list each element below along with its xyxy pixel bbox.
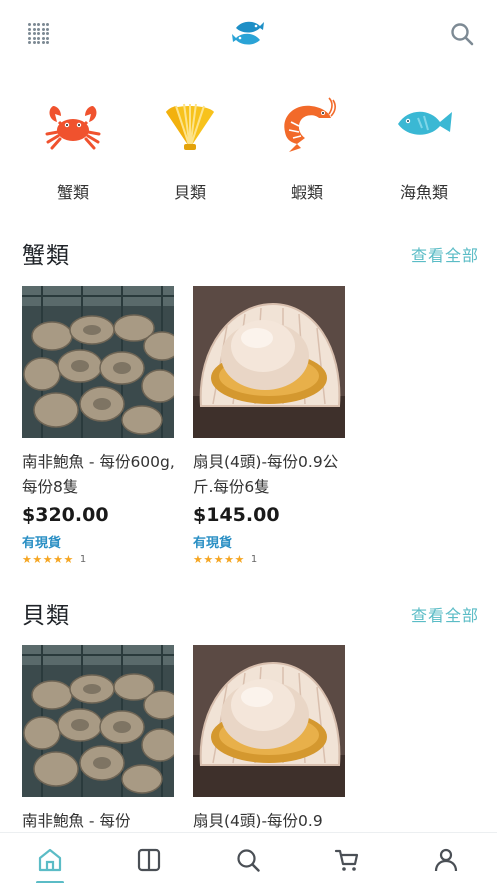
star-rating-icon: ★★★★★	[22, 552, 74, 566]
top-bar	[0, 0, 497, 68]
product-image[interactable]	[193, 286, 345, 438]
see-all-link[interactable]: 查看全部	[411, 242, 479, 266]
account-icon	[434, 848, 458, 872]
scallop-photo	[193, 645, 345, 797]
product-price: $145.00	[193, 504, 280, 526]
category-row: 蟹類 貝類 蝦類 海魚類	[0, 86, 497, 206]
category-shell[interactable]: 貝類	[138, 86, 242, 206]
fish-icon	[398, 111, 452, 135]
section-title: 蟹類	[22, 243, 70, 269]
product-image[interactable]	[22, 645, 174, 797]
scallop-photo	[193, 286, 345, 438]
abalone-photo	[22, 286, 174, 438]
section-title: 貝類	[22, 603, 70, 629]
product-rating: ★★★★★ 1	[193, 552, 257, 566]
product-price: $320.00	[22, 504, 109, 526]
nav-search[interactable]	[198, 833, 297, 883]
shell-icon	[166, 103, 214, 150]
fish-logo-icon[interactable]	[230, 16, 266, 52]
grid-dots-icon[interactable]	[28, 23, 50, 45]
product-section: 貝類 查看全部 南非鮑魚 - 每份 扇貝(4頭)-每份0.9	[0, 596, 497, 832]
product-name[interactable]: 扇貝(4頭)-每份0.9	[193, 809, 353, 832]
abalone-photo	[22, 645, 174, 797]
rating-count: 1	[250, 553, 258, 565]
product-image[interactable]	[193, 645, 345, 797]
nav-home[interactable]	[0, 833, 99, 883]
category-label: 蝦類	[290, 183, 323, 202]
see-all-link[interactable]: 查看全部	[411, 602, 479, 626]
category-label: 蟹類	[56, 183, 89, 202]
product-name[interactable]: 南非鮑魚 - 每份600g,每份8隻	[22, 450, 182, 500]
category-fish[interactable]: 海魚類	[372, 86, 476, 206]
category-shrimp[interactable]: 蝦類	[255, 86, 359, 206]
cart-icon	[334, 849, 359, 871]
product-image[interactable]	[22, 286, 174, 438]
product-name[interactable]: 南非鮑魚 - 每份	[22, 809, 182, 832]
stock-status: 有現貨	[193, 536, 233, 551]
search-icon	[237, 849, 260, 872]
category-crab[interactable]: 蟹類	[21, 86, 125, 206]
shrimp-icon	[284, 97, 336, 152]
nav-account[interactable]	[396, 833, 495, 883]
catalog-icon	[137, 848, 161, 872]
rating-count: 1	[79, 553, 87, 565]
star-rating-icon: ★★★★★	[193, 552, 245, 566]
nav-catalog[interactable]	[99, 833, 198, 883]
search-icon[interactable]	[449, 21, 475, 47]
product-rating: ★★★★★ 1	[22, 552, 86, 566]
home-icon	[38, 848, 62, 872]
bottom-nav	[0, 832, 497, 883]
category-label: 海魚類	[399, 183, 448, 202]
product-name[interactable]: 扇貝(4頭)-每份0.9公斤.每份6隻	[193, 450, 353, 500]
product-section: 蟹類 查看全部 南非鮑魚 - 每份600g,每份8隻 $320.00 有現貨 ★…	[0, 236, 497, 576]
nav-cart[interactable]	[297, 833, 396, 883]
stock-status: 有現貨	[22, 536, 62, 551]
crab-icon	[45, 106, 101, 150]
category-label: 貝類	[173, 183, 206, 202]
